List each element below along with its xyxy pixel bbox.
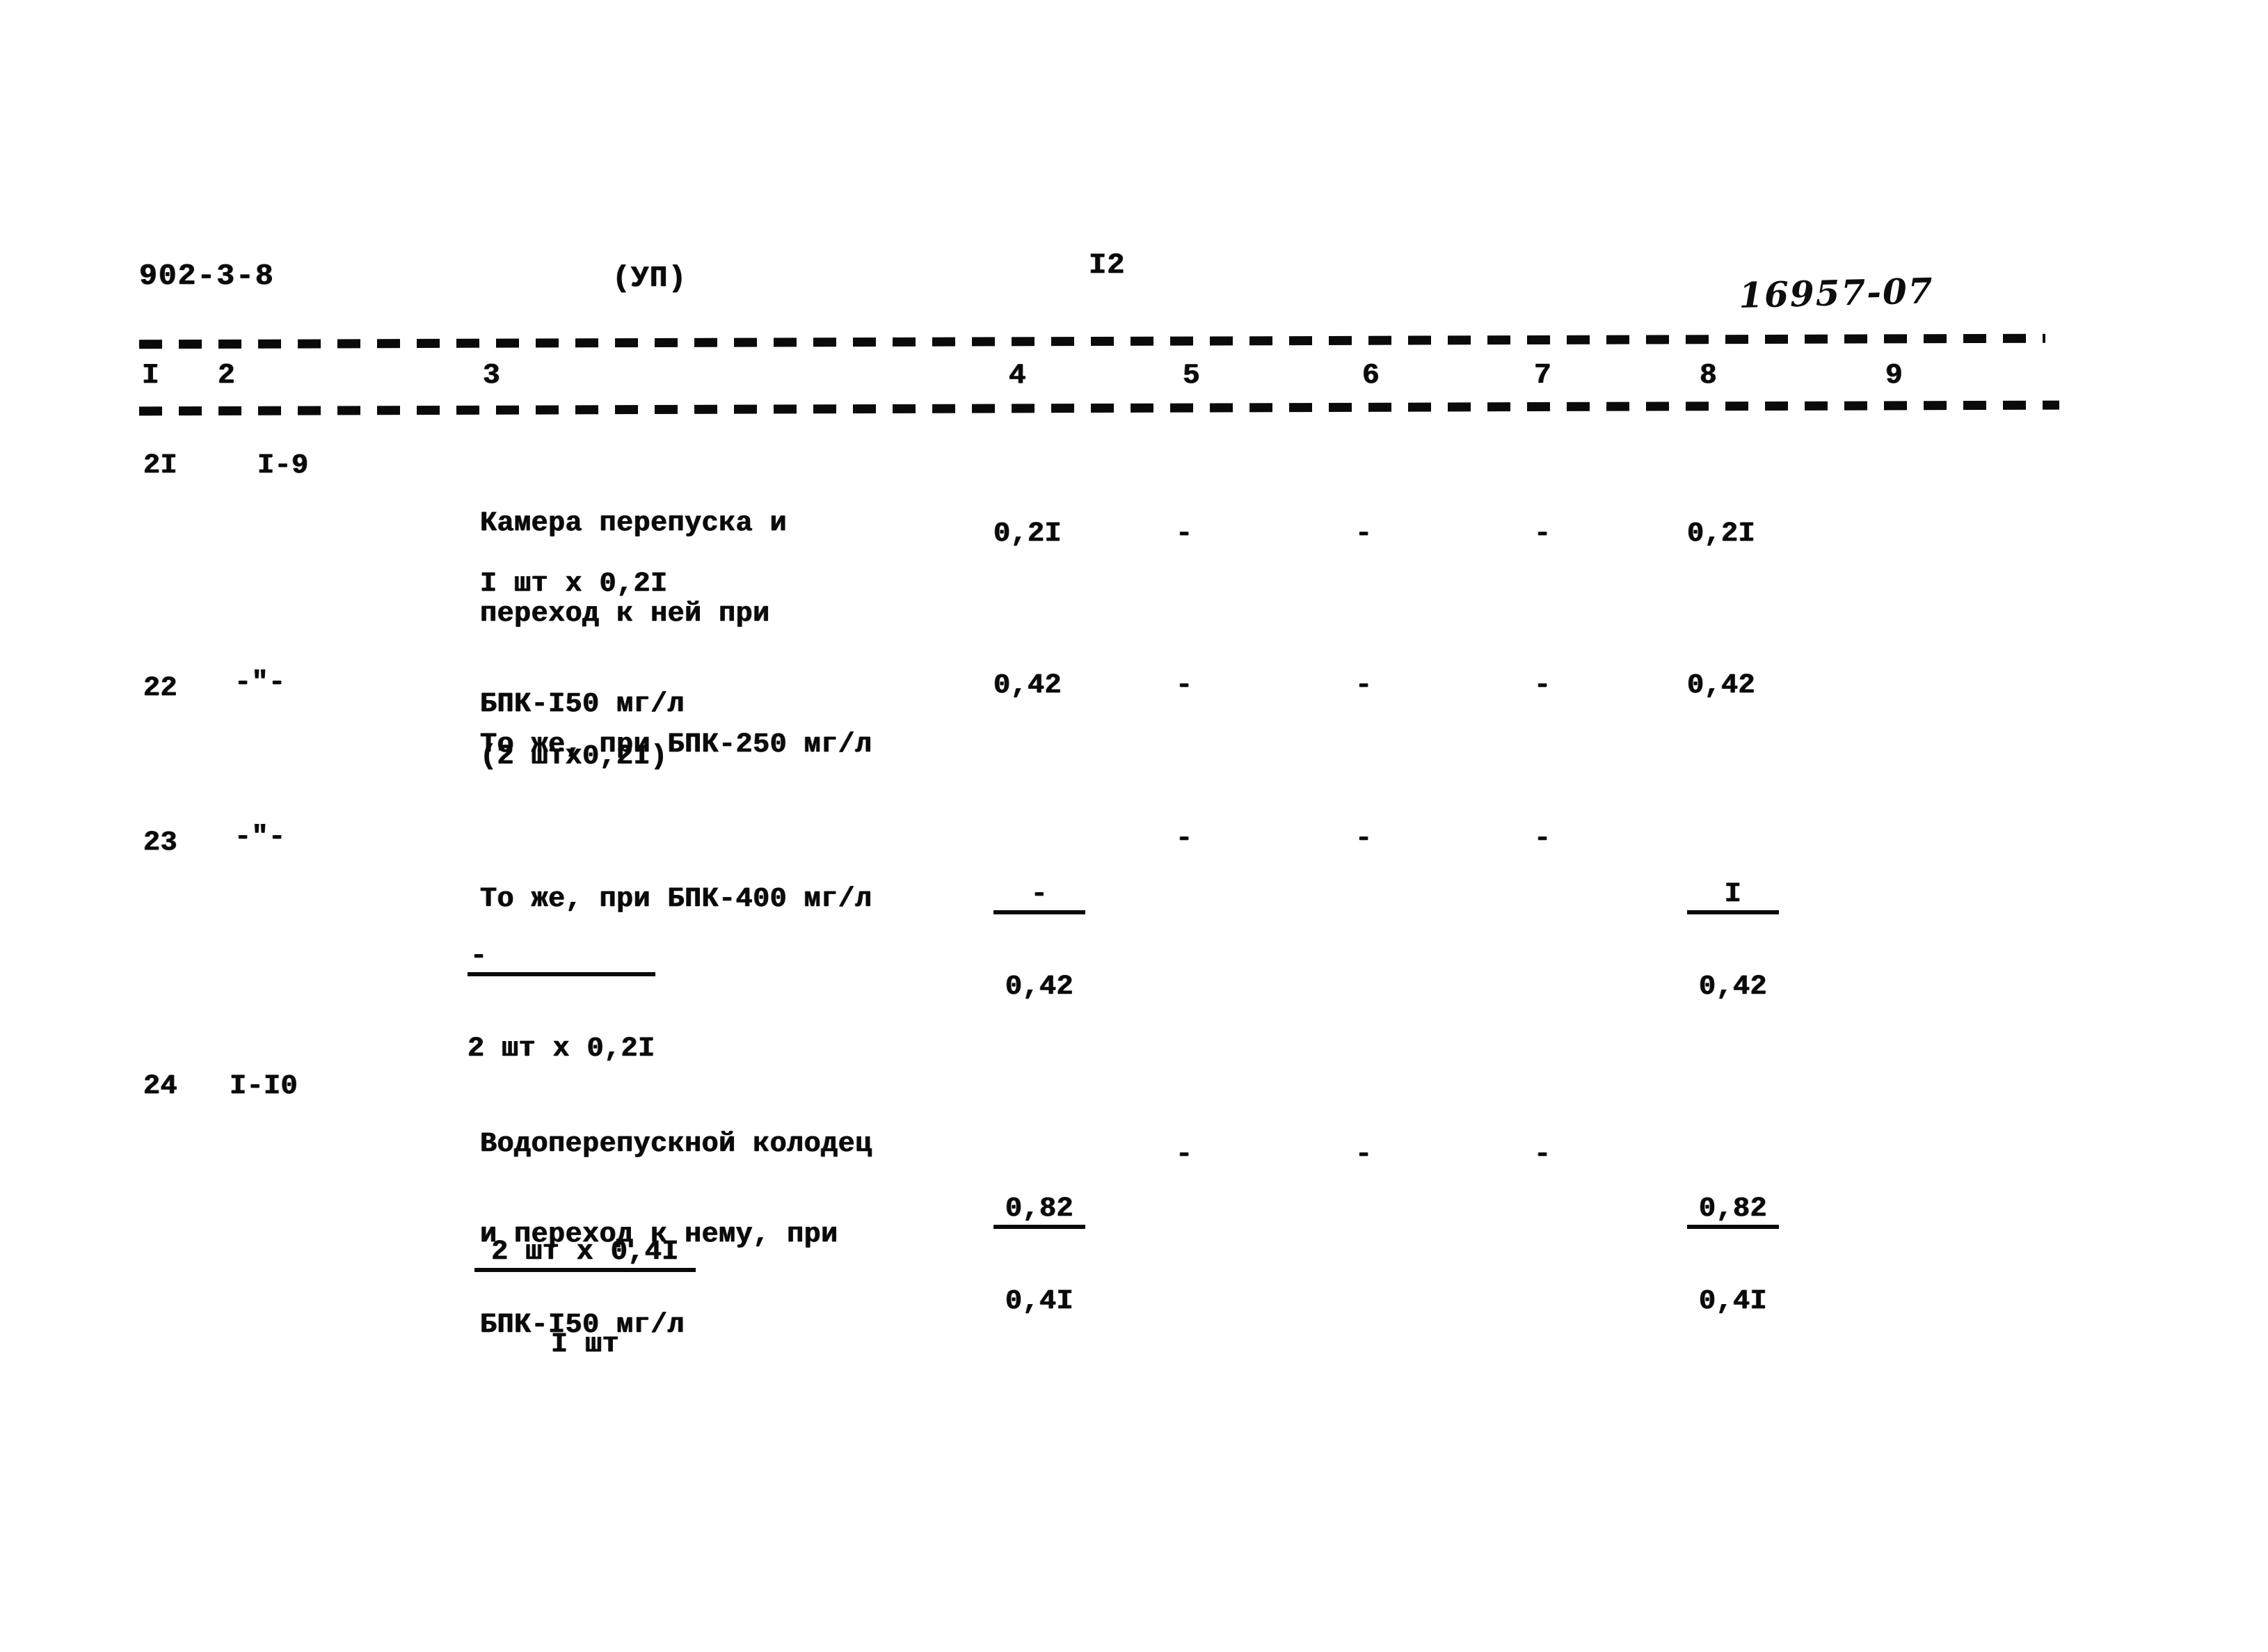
value-col8-fraction: I 0,42 (1687, 825, 1779, 1057)
series-code: 902-3-8 (139, 259, 275, 293)
section-marker: (УП) (612, 261, 687, 295)
description-line: Камера перепуска и (480, 508, 788, 539)
description-note: (2 штх0,2I) (480, 741, 668, 772)
value-col5: - (1176, 1139, 1193, 1170)
description-fraction: 2 шт х 0,4I I шт (474, 1183, 696, 1415)
fraction-denominator: 0,4I (1005, 1286, 1073, 1317)
value-col6: - (1355, 823, 1373, 855)
page-number: I2 (1089, 248, 1126, 282)
fraction-numerator: I (1687, 881, 1779, 914)
description-line: Водоперепускной колодец (480, 1129, 872, 1160)
ditto-mark: -"- (234, 822, 286, 853)
column-header-7: 7 (1534, 360, 1552, 392)
table-rule-bottom (138, 400, 2060, 416)
fraction-denominator: 0,42 (1005, 971, 1073, 1003)
column-header-6: 6 (1362, 360, 1380, 392)
fraction-numerator: 2 шт х 0,4I (474, 1239, 696, 1272)
column-header-4: 4 (1009, 360, 1027, 392)
column-header-2: 2 (218, 360, 236, 392)
value-col5: - (1176, 823, 1193, 855)
value-col7: - (1534, 1139, 1551, 1170)
table-rule-top (138, 333, 2046, 349)
fraction-denominator: 0,4I (1698, 1286, 1767, 1317)
value-col6: - (1355, 1139, 1373, 1170)
column-header-3: 3 (483, 360, 501, 392)
archive-stamp: 16957-07 (1738, 270, 1935, 316)
description-line: переход к ней при (480, 598, 770, 630)
row-number: 24 (143, 1071, 178, 1102)
value-col7: - (1534, 823, 1551, 855)
value-col5: - (1176, 670, 1193, 701)
row-number: 22 (143, 673, 178, 704)
column-header-5: 5 (1183, 360, 1201, 392)
column-header-9: 9 (1885, 360, 1903, 392)
value-col4-fraction: - 0,42 (993, 825, 1085, 1057)
drawing-ref: I-I0 (230, 1071, 298, 1102)
value-col6: - (1355, 670, 1373, 701)
column-header-1: I (142, 360, 160, 392)
value-col4: 0,42 (993, 670, 1062, 701)
value-col7: - (1534, 670, 1551, 701)
fraction-denominator: I шт (550, 1329, 619, 1360)
value-col8: 0,42 (1687, 670, 1756, 701)
value-col4-fraction: 0,82 0,4I (993, 1140, 1085, 1372)
row-number: 2I (143, 450, 178, 482)
fraction-denominator: 0,42 (1698, 971, 1767, 1003)
fraction-numerator: 0,82 (1687, 1196, 1779, 1229)
value-col8-fraction: 0,82 0,4I (1687, 1140, 1779, 1372)
value-col5: - (1176, 518, 1193, 550)
fraction-numerator: - (993, 881, 1085, 914)
description-note: I шт х 0,2I (480, 569, 668, 600)
ditto-mark: -"- (234, 667, 286, 699)
scanned-document-page: 902-3-8 (УП) I2 16957-07 I 2 3 4 5 6 7 8… (0, 0, 2268, 1652)
fraction-numerator: - (468, 943, 655, 976)
fraction-numerator: 0,82 (993, 1196, 1085, 1229)
value-col4: 0,2I (993, 518, 1062, 550)
fraction-denominator: 2 шт х 0,2I (468, 1033, 655, 1065)
value-col6: - (1355, 518, 1373, 550)
drawing-ref: I-9 (257, 450, 309, 482)
value-col8: 0,2I (1687, 518, 1756, 550)
value-col7: - (1534, 518, 1551, 550)
column-header-8: 8 (1700, 360, 1718, 392)
row-number: 23 (143, 827, 178, 859)
